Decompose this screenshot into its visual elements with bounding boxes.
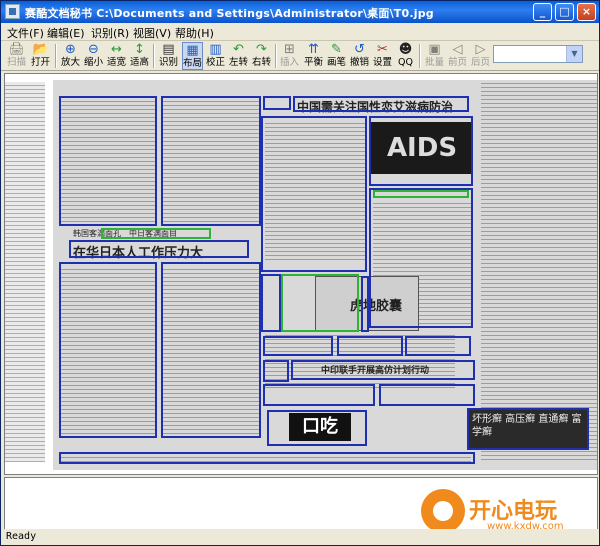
balance-button[interactable]: ⇈ 平衡 [303,42,324,70]
maximize-button[interactable]: □ [555,3,574,21]
qq-icon: ☻ [398,42,413,57]
zoom-in-icon: ⊕ [65,42,76,57]
correct-button[interactable]: ▥ 校正 [205,42,226,70]
layout-block[interactable] [379,384,475,406]
open-button[interactable]: 📂 打开 [30,42,51,70]
correct-icon: ▥ [209,42,222,57]
layout-block[interactable] [59,262,157,438]
title-bar: 赛酷文档秘书 C:\Documents and Settings\Adminis… [1,1,599,23]
zoom-in-button[interactable]: ⊕ 放大 [60,42,81,70]
brush-icon: ✎ [331,42,342,57]
layout-block[interactable] [405,336,471,356]
rotate-left-icon: ↶ [233,42,244,57]
menu-edit[interactable]: 编辑(E) [47,25,85,41]
rotate-right-button[interactable]: ↷ 右转 [251,42,272,70]
fit-height-button[interactable]: ↕ 适高 [129,42,150,70]
open-icon: 📂 [32,42,49,57]
left-edge-text [5,82,45,462]
insert-button[interactable]: ⊞ 插入 [279,42,300,70]
document-canvas[interactable]: 中国需关注国性恋艾滋病防治 在华日本人工作压力大 韩国客满面孔 中日客满面目 中… [4,73,598,475]
layout-block[interactable] [261,116,367,272]
zoom-out-button[interactable]: ⊖ 缩小 [83,42,104,70]
layout-block[interactable] [293,96,469,112]
layout-block[interactable] [161,96,261,226]
layout-block[interactable] [59,452,475,464]
layout-block[interactable] [161,262,261,438]
next-page-icon: ▷ [475,42,486,57]
zoom-out-icon: ⊖ [88,42,99,57]
menu-help[interactable]: 帮助(H) [175,25,214,41]
rotate-left-button[interactable]: ↶ 左转 [228,42,249,70]
balance-icon: ⇈ [308,42,319,57]
layout-block[interactable] [291,360,475,380]
layout-block[interactable] [263,384,375,406]
scan-icon: 🖨 [8,42,26,57]
layout-block[interactable] [267,410,367,446]
app-window: 赛酷文档秘书 C:\Documents and Settings\Adminis… [0,0,600,546]
watermark-logo-icon [421,489,465,533]
batch-button[interactable]: ▣ 批量 [424,42,445,70]
status-bar: Ready [1,529,599,545]
scan-button[interactable]: 🖨 扫描 [6,42,27,70]
layout-block[interactable] [261,274,281,332]
batch-icon: ▣ [428,42,441,57]
layout-block[interactable] [369,116,473,186]
layout-block[interactable] [263,336,333,356]
prev-page-icon: ◁ [452,42,463,57]
chevron-down-icon[interactable]: ▼ [566,46,582,62]
settings-icon: ✂ [377,42,388,57]
insert-icon: ⊞ [284,42,295,57]
fit-height-icon: ↕ [134,42,145,57]
recognize-icon: ▤ [162,42,175,57]
qq-button[interactable]: ☻ QQ [395,42,416,70]
rotate-right-icon: ↷ [256,42,267,57]
layout-block[interactable] [263,96,291,110]
layout-block[interactable] [369,188,473,328]
recognize-button[interactable]: ▤ 识别 [158,42,179,70]
scanned-page: 中国需关注国性恋艾滋病防治 在华日本人工作压力大 韩国客满面孔 中日客满面目 中… [53,80,597,470]
layout-block[interactable] [361,276,369,332]
layout-block[interactable] [337,336,403,356]
layout-block[interactable] [69,240,249,258]
layout-block[interactable] [59,96,157,226]
prev-page-button[interactable]: ◁ 前页 [447,42,468,70]
settings-button[interactable]: ✂ 设置 [372,42,393,70]
layout-block-selected[interactable] [101,228,211,239]
undo-button[interactable]: ↺ 撤销 [349,42,370,70]
window-title: 赛酷文档秘书 C:\Documents and Settings\Adminis… [25,7,434,20]
minimize-button[interactable]: _ [533,3,552,21]
brush-button[interactable]: ✎ 画笔 [326,42,347,70]
menu-recognize[interactable]: 识别(R) [91,25,129,41]
app-icon [5,4,20,19]
next-page-button[interactable]: ▷ 后页 [470,42,491,70]
fit-width-button[interactable]: ↔ 适宽 [106,42,127,70]
layout-block-selected[interactable] [281,274,359,332]
right-edge-text [481,80,597,460]
layout-button[interactable]: ▦ 布局 [182,42,203,70]
layout-block[interactable] [263,360,289,382]
fit-width-icon: ↔ [111,42,122,57]
menu-file[interactable]: 文件(F) [7,25,44,41]
page-select[interactable]: ▼ [493,45,583,63]
status-text: Ready [6,531,37,542]
menu-view[interactable]: 视图(V) [133,25,171,41]
close-button[interactable]: × [577,3,596,21]
undo-icon: ↺ [354,42,365,57]
menu-bar: 文件(F) 编辑(E) 识别(R) 视图(V) 帮助(H) [1,23,599,41]
layout-block[interactable] [467,408,589,450]
layout-icon: ▦ [186,43,199,58]
